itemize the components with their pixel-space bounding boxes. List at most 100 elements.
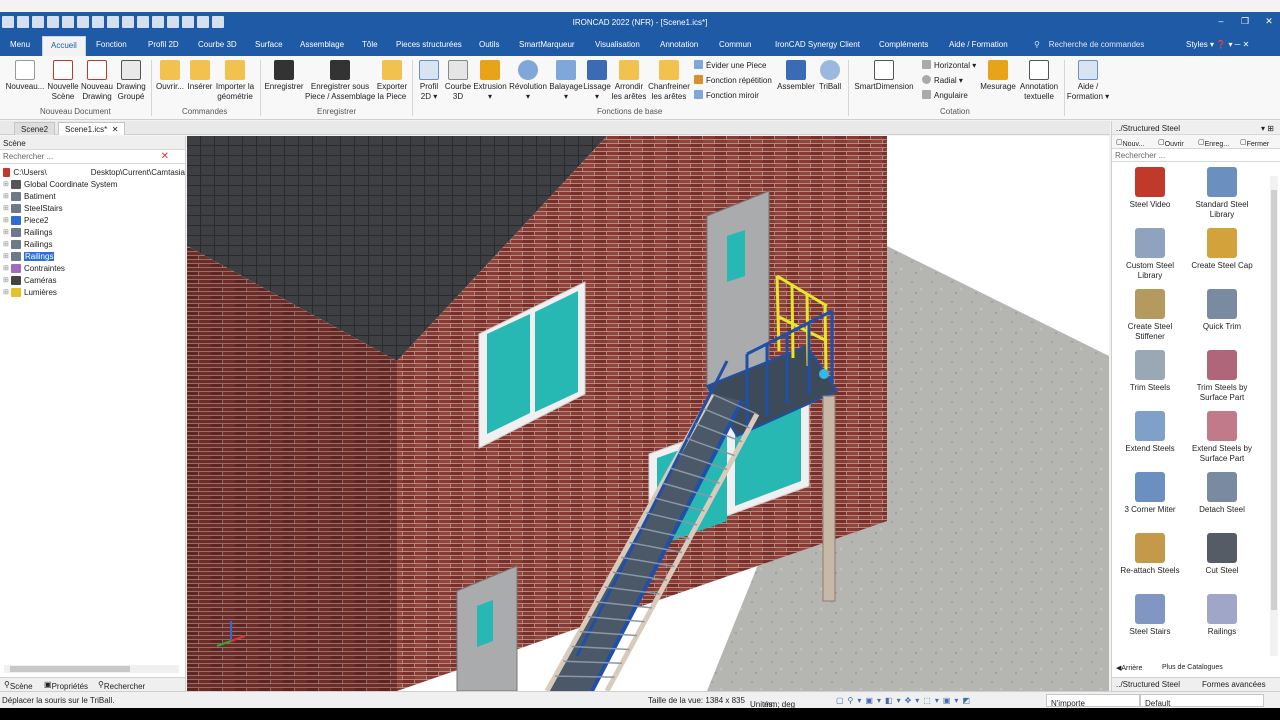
tab-tole[interactable]: Tôle — [362, 40, 378, 49]
tree-item[interactable]: ⊞ Railings — [3, 226, 185, 238]
tab-aide-formation[interactable]: Aide / Formation — [949, 40, 1008, 49]
tab-profil-2d[interactable]: Profil 2D — [148, 40, 179, 49]
tree-item[interactable]: ⊞ Global Coordinate System — [3, 178, 185, 190]
open-button[interactable]: Ouvrir... — [155, 56, 185, 92]
catalog-item[interactable]: Trim Steels — [1114, 350, 1186, 393]
extrusion-button[interactable]: Extrusion ▾ — [472, 56, 508, 102]
close-window-button[interactable]: ✕ — [1258, 16, 1280, 30]
tab-courbe-3d[interactable]: Courbe 3D — [198, 40, 237, 49]
tree-item[interactable]: ⊞ Lumières — [3, 286, 185, 298]
save-button[interactable]: Enregistrer — [264, 56, 304, 92]
pin-icon[interactable]: ▾ ⊞ — [1261, 124, 1274, 133]
measure-button[interactable]: Mesurage — [978, 56, 1018, 92]
scene-render[interactable] — [187, 136, 1109, 691]
expand-icon[interactable]: ⊞ — [3, 240, 11, 248]
curve-3d-button[interactable]: Courbe 3D — [444, 56, 472, 102]
expand-icon[interactable]: ⊞ — [3, 276, 11, 284]
tab-smartmarqueur[interactable]: SmartMarqueur — [519, 40, 575, 49]
angular-dimension-button[interactable]: Angulaire — [922, 90, 968, 100]
tab-accueil[interactable]: Accueil — [42, 36, 86, 56]
tab-fonction[interactable]: Fonction — [96, 40, 127, 49]
close-tab-icon[interactable]: ✕ — [112, 125, 119, 134]
text-annotation-button[interactable]: Annotation textuelle — [1018, 56, 1060, 102]
tree-item[interactable]: ⊞ Railings — [3, 238, 185, 250]
catalog-open-button[interactable]: ▢ Ouvrir — [1158, 138, 1184, 148]
tab-structured-steel[interactable]: ../Structured Steel — [1116, 680, 1180, 689]
catalog-item[interactable]: Detach Steel — [1186, 472, 1258, 515]
triball-button[interactable]: TriBall — [816, 56, 844, 92]
profile-2d-button[interactable]: Profil 2D ▾ — [416, 56, 442, 102]
catalog-item[interactable]: Steel Video — [1114, 167, 1186, 210]
3d-viewport[interactable] — [187, 136, 1109, 691]
tree-root[interactable]: C:\Users\ Desktop\Current\Camtasia — [3, 166, 185, 178]
tab-annotation[interactable]: Annotation — [660, 40, 698, 49]
catalog-item[interactable]: Create Steel Stiffener — [1114, 289, 1186, 342]
tab-visualisation[interactable]: Visualisation — [595, 40, 640, 49]
insert-button[interactable]: Insérer — [186, 56, 214, 92]
catalog-item[interactable]: Trim Steels by Surface Part — [1186, 350, 1258, 403]
selection-filter-select[interactable]: N'importe — [1046, 694, 1140, 708]
new-scene-button[interactable]: Nouvelle Scène — [46, 56, 80, 102]
expand-icon[interactable]: ⊞ — [3, 228, 11, 236]
expand-icon[interactable]: ⊞ — [3, 264, 11, 272]
clear-search-icon[interactable]: ✕ — [161, 151, 169, 162]
tab-scene2[interactable]: Scene2 — [14, 122, 56, 135]
tab-ironcad-synergy-client[interactable]: IronCAD Synergy Client — [775, 40, 860, 49]
new-button[interactable]: Nouveau... — [5, 56, 45, 92]
shell-button[interactable]: Évider une Piece — [694, 60, 766, 70]
tree-item[interactable]: ⊞ Batiment — [3, 190, 185, 202]
scene-horizontal-scrollbar[interactable] — [4, 665, 179, 673]
save-as-button[interactable]: Enregistrer sous Piece / Assemblage — [305, 56, 375, 102]
catalog-item[interactable]: Cut Steel — [1186, 533, 1258, 576]
catalog-item[interactable]: Standard Steel Library — [1186, 167, 1258, 220]
assemble-button[interactable]: Assembler — [776, 56, 816, 92]
expand-icon[interactable]: ⊞ — [3, 288, 11, 296]
catalog-item[interactable]: 3 Corner Miter — [1114, 472, 1186, 515]
command-search[interactable]: ⚲ Recherche de commandes — [1034, 40, 1144, 49]
expand-icon[interactable]: ⊞ — [3, 180, 11, 188]
expand-icon[interactable]: ⊞ — [3, 216, 11, 224]
catalog-back-button[interactable]: ◀ Arrière — [1116, 664, 1142, 672]
style-select[interactable]: Default — [1140, 694, 1264, 708]
catalog-item[interactable]: Quick Trim — [1186, 289, 1258, 332]
horizontal-dimension-button[interactable]: Horizontal ▾ — [922, 60, 976, 70]
catalog-item[interactable]: Extend Steels — [1114, 411, 1186, 454]
new-drawing-button[interactable]: Nouveau Drawing — [80, 56, 114, 102]
tab-scene1[interactable]: Scene1.ics* ✕ — [58, 122, 126, 135]
scrollbar-thumb[interactable] — [1271, 190, 1277, 610]
catalog-new-button[interactable]: ▢ Nouv... — [1116, 138, 1144, 148]
catalog-item[interactable]: Custom Steel Library — [1114, 228, 1186, 281]
sweep-button[interactable]: Balayage ▾ — [549, 56, 583, 102]
catalog-item[interactable]: Extend Steels by Surface Part — [1186, 411, 1258, 464]
expand-icon[interactable]: ⊞ — [3, 204, 11, 212]
tab-formes-avancees[interactable]: Formes avancées — [1202, 680, 1266, 689]
drawing-group-button[interactable]: Drawing Groupé — [114, 56, 148, 102]
more-catalogs-button[interactable]: Plus de Catalogues — [1162, 664, 1223, 671]
mirror-button[interactable]: Fonction miroir — [694, 90, 759, 100]
round-edges-button[interactable]: Arrondir les arêtes — [611, 56, 647, 102]
pattern-button[interactable]: Fonction répétition — [694, 75, 772, 85]
catalog-save-button[interactable]: ▢ Enreg... — [1198, 138, 1229, 148]
catalog-close-button[interactable]: ▢ Fermer — [1240, 138, 1269, 148]
radial-dimension-button[interactable]: Radial ▾ — [922, 75, 963, 85]
restore-button[interactable]: ❐ — [1234, 16, 1256, 30]
styles-menu[interactable]: Styles ▾ ❓ ▾ ─ ✕ — [1186, 40, 1249, 49]
tree-item[interactable]: ⊞ Contraintes — [3, 262, 185, 274]
triball-handle[interactable] — [819, 369, 829, 379]
tab-pieces-structurees[interactable]: Pieces structurées — [396, 40, 462, 49]
tree-item-selected[interactable]: ⊞ Railings — [3, 250, 185, 262]
catalog-vertical-scrollbar[interactable] — [1270, 176, 1278, 656]
catalog-item[interactable]: Railings — [1186, 594, 1258, 637]
upper-door[interactable] — [706, 190, 770, 392]
tab-search[interactable]: ⚲ Rechercher — [98, 680, 145, 691]
tree-item[interactable]: ⊞ Piece2 — [3, 214, 185, 226]
smartdimension-button[interactable]: SmartDimension — [852, 56, 916, 92]
export-part-button[interactable]: Exporter la Piece — [375, 56, 409, 102]
tree-item[interactable]: ⊞ Caméras — [3, 274, 185, 286]
expand-icon[interactable]: ⊞ — [3, 252, 11, 260]
tab-commun[interactable]: Commun — [719, 40, 751, 49]
tab-properties[interactable]: ▣ Propriétés — [44, 680, 88, 691]
tab-scene-bottom[interactable]: ⚲ Scène — [4, 680, 33, 691]
tab-complements[interactable]: Compléments — [879, 40, 928, 49]
catalog-search-input[interactable]: Rechercher ... — [1112, 149, 1280, 162]
